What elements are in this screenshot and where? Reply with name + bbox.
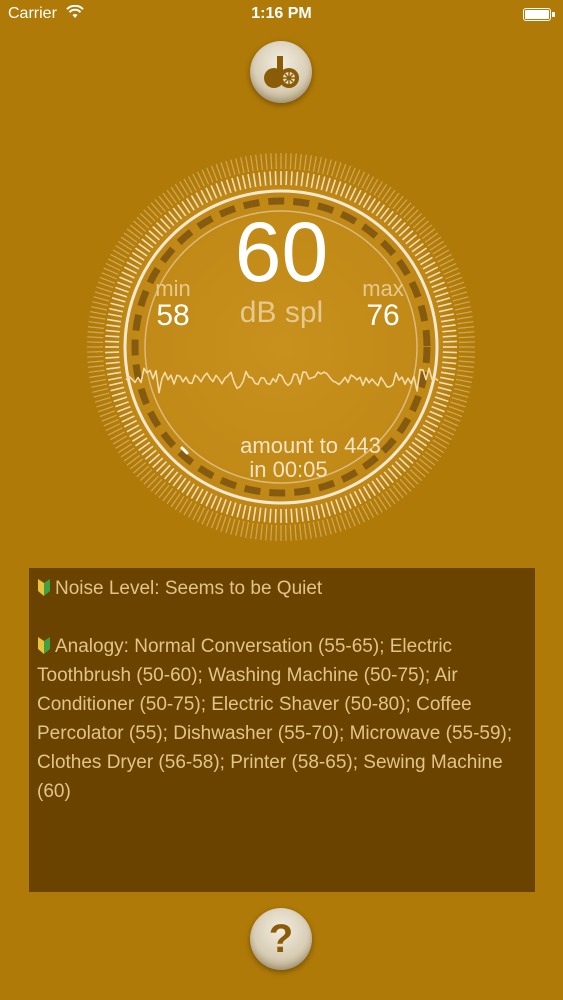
db-reading: 60 xyxy=(234,205,329,299)
inner-tick xyxy=(269,171,272,186)
help-button[interactable]: ? xyxy=(250,908,312,970)
outer-tick xyxy=(458,355,475,358)
inner-tick xyxy=(269,508,272,523)
inner-tick xyxy=(442,335,457,338)
outer-tick xyxy=(289,153,292,170)
outer-tick xyxy=(87,336,104,339)
status-bar: Carrier 1:16 PM xyxy=(0,0,563,30)
logo-button[interactable] xyxy=(250,41,312,103)
outer-tick xyxy=(87,355,104,358)
amount-text: amount to 443 xyxy=(240,433,381,458)
battery-icon xyxy=(523,8,555,21)
help-icon: ? xyxy=(268,917,294,961)
inner-tick xyxy=(290,508,293,523)
beginner-leaf-icon xyxy=(38,579,50,596)
inner-tick xyxy=(105,356,120,359)
inner-tick xyxy=(105,335,120,338)
outer-tick xyxy=(270,524,273,541)
beginner-leaf-icon xyxy=(38,637,50,654)
max-value: 76 xyxy=(366,299,400,332)
elapsed-time-text: in 00:05 xyxy=(249,457,328,482)
app-logo-icon xyxy=(264,56,299,88)
inner-tick xyxy=(290,171,293,186)
info-panel: Noise Level: Seems to be Quiet Analogy: … xyxy=(29,568,535,892)
outer-tick xyxy=(270,153,273,170)
status-time: 1:16 PM xyxy=(251,5,312,22)
min-value: 58 xyxy=(156,299,190,332)
inner-tick xyxy=(442,356,457,359)
analogy-row: Analogy: Normal Conversation (55-65); El… xyxy=(37,632,527,806)
noise-level-row: Noise Level: Seems to be Quiet xyxy=(37,574,527,603)
outer-tick xyxy=(458,336,475,339)
outer-tick xyxy=(289,524,292,541)
analogy-text: Analogy: Normal Conversation (55-65); El… xyxy=(37,636,513,802)
db-unit-label: dB spl xyxy=(239,296,324,329)
noise-level-text: Noise Level: Seems to be Quiet xyxy=(55,578,323,599)
